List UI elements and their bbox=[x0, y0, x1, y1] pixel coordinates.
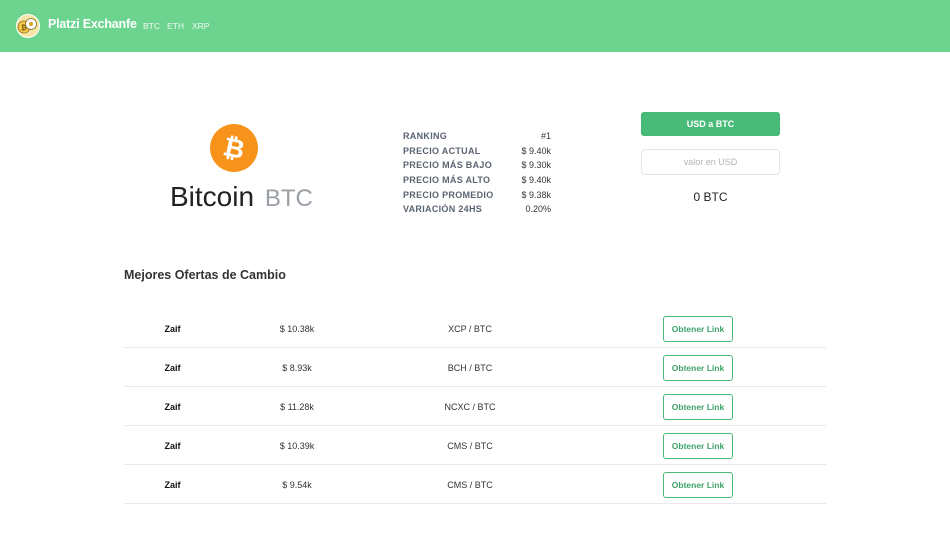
stat-row-current-price: PRECIO ACTUAL $ 9.40k bbox=[403, 144, 551, 159]
offers-table: Zaif $ 10.38k XCP / BTC Obtener Link Zai… bbox=[124, 309, 826, 504]
offers-section-title: Mejores Ofertas de Cambio bbox=[124, 268, 286, 282]
stat-label: PRECIO PROMEDIO bbox=[403, 189, 494, 200]
nav-link-eth[interactable]: ETH bbox=[167, 21, 184, 31]
stat-label: PRECIO MÁS ALTO bbox=[403, 175, 491, 186]
coin-name: Bitcoin bbox=[170, 181, 255, 212]
offer-price: $ 10.38k bbox=[279, 323, 315, 334]
brand-name[interactable]: Platzi Exchanfe bbox=[48, 17, 137, 31]
stat-value: $ 9.40k bbox=[521, 175, 551, 186]
link-cell: Obtener Link bbox=[663, 309, 733, 348]
trading-pair: XCP / BTC bbox=[448, 323, 492, 334]
offer-price: $ 11.28k bbox=[280, 401, 314, 412]
stat-label: PRECIO ACTUAL bbox=[403, 145, 481, 156]
stat-row-highest-price: PRECIO MÁS ALTO $ 9.40k bbox=[403, 173, 551, 188]
stat-value: $ 9.30k bbox=[521, 160, 551, 171]
stat-label: PRECIO MÁS BAJO bbox=[403, 160, 493, 171]
nav-link-btc[interactable]: BTC bbox=[143, 21, 160, 31]
conversion-result: 0 BTC bbox=[693, 190, 728, 204]
stat-label: RANKING bbox=[403, 131, 448, 142]
stat-value: $ 9.40k bbox=[521, 145, 551, 156]
table-row: Zaif $ 9.54k CMS / BTC Obtener Link bbox=[124, 465, 826, 504]
exchange-name: Zaif bbox=[164, 362, 181, 373]
bitcoin-logo-icon: ₿ bbox=[210, 124, 258, 172]
trading-pair: BCH / BTC bbox=[447, 362, 493, 373]
table-row: Zaif $ 10.38k XCP / BTC Obtener Link bbox=[124, 309, 826, 348]
exchange-name: Zaif bbox=[164, 323, 181, 334]
stat-row-lowest-price: PRECIO MÁS BAJO $ 9.30k bbox=[403, 158, 551, 173]
offer-price: $ 9.54k bbox=[282, 479, 312, 490]
trading-pair: CMS / BTC bbox=[447, 440, 493, 451]
top-navbar: ₿ Platzi Exchanfe BTC ETH XRP bbox=[0, 0, 950, 52]
convert-direction-button[interactable]: USD a BTC bbox=[641, 112, 780, 136]
table-row: Zaif $ 8.93k BCH / BTC Obtener Link bbox=[124, 348, 826, 387]
stat-row-average-price: PRECIO PROMEDIO $ 9.38k bbox=[403, 187, 551, 202]
exchange-name: Zaif bbox=[164, 479, 181, 490]
stat-label: VARIACIÓN 24HS bbox=[403, 204, 483, 215]
link-cell: Obtener Link bbox=[663, 465, 733, 504]
table-row: Zaif $ 11.28k NCXC / BTC Obtener Link bbox=[124, 387, 826, 426]
get-link-button[interactable]: Obtener Link bbox=[663, 354, 733, 381]
link-cell: Obtener Link bbox=[663, 426, 733, 465]
trading-pair: CMS / BTC bbox=[447, 479, 493, 490]
amount-input[interactable] bbox=[641, 149, 780, 175]
platzi-exchange-logo-icon[interactable]: ₿ bbox=[16, 14, 40, 38]
get-link-button[interactable]: Obtener Link bbox=[663, 471, 733, 498]
offer-price: $ 8.93k bbox=[282, 362, 312, 373]
exchange-name: Zaif bbox=[164, 401, 181, 412]
coin-symbol: BTC bbox=[264, 185, 313, 212]
trading-pair: NCXC / BTC bbox=[444, 401, 496, 412]
stat-value: #1 bbox=[540, 131, 551, 142]
exchange-name: Zaif bbox=[164, 440, 181, 451]
coin-stats-list: RANKING #1 PRECIO ACTUAL $ 9.40k PRECIO … bbox=[403, 129, 551, 217]
stat-value: 0.20% bbox=[525, 204, 551, 215]
svg-text:₿: ₿ bbox=[21, 24, 27, 32]
get-link-button[interactable]: Obtener Link bbox=[663, 315, 733, 342]
link-cell: Obtener Link bbox=[663, 387, 733, 426]
get-link-button[interactable]: Obtener Link bbox=[663, 393, 733, 420]
stat-row-ranking: RANKING #1 bbox=[403, 129, 551, 144]
nav-link-xrp[interactable]: XRP bbox=[192, 21, 209, 31]
coin-title: Bitcoin BTC bbox=[170, 181, 313, 213]
get-link-button[interactable]: Obtener Link bbox=[663, 432, 733, 459]
link-cell: Obtener Link bbox=[663, 348, 733, 387]
table-row: Zaif $ 10.39k CMS / BTC Obtener Link bbox=[124, 426, 826, 465]
stat-row-variation-24h: VARIACIÓN 24HS 0.20% bbox=[403, 202, 551, 217]
stat-value: $ 9.38k bbox=[521, 189, 551, 200]
offer-price: $ 10.39k bbox=[279, 440, 315, 451]
